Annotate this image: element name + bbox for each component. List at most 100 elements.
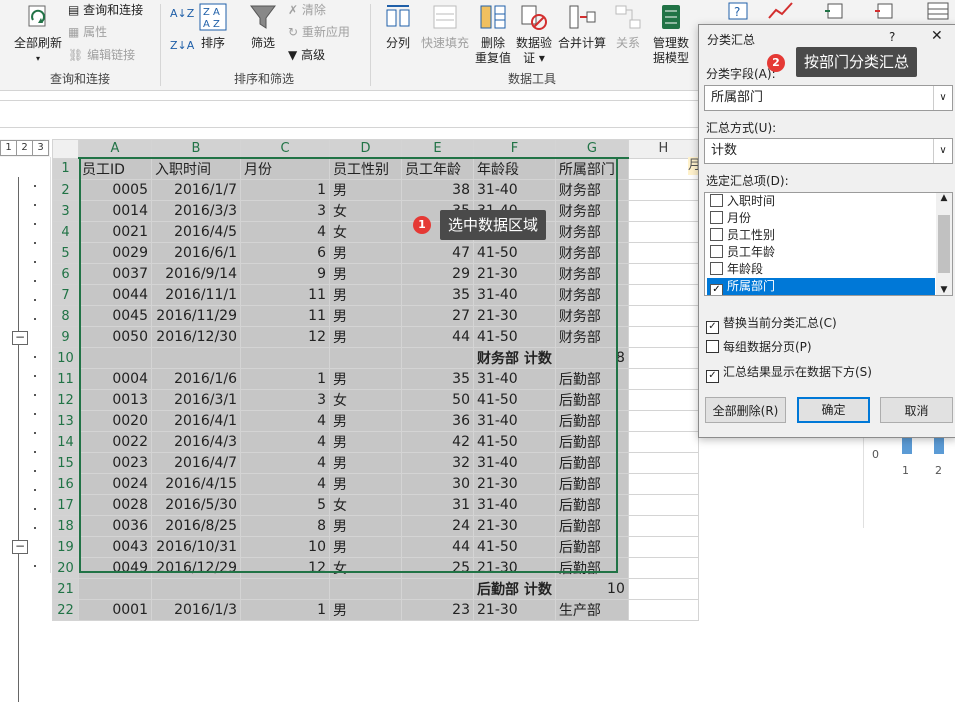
advanced-button[interactable]: ▼ 高级 [288,45,325,65]
cell[interactable] [627,515,699,537]
row-header[interactable]: 5 [52,242,79,264]
cell[interactable]: 1 [240,599,330,621]
checkbox-checked[interactable]: ✓ [706,321,719,334]
cell[interactable]: 0020 [78,410,152,432]
cell[interactable]: 21-30 [473,473,556,495]
list-item[interactable]: 年龄段 [707,261,935,278]
close-icon[interactable]: ✕ [931,28,943,44]
header-cell[interactable]: 月份 [240,157,330,180]
row-header[interactable]: 15 [52,452,79,474]
cell[interactable]: 0005 [78,179,152,201]
cell[interactable] [627,410,699,432]
cell[interactable]: 2016/4/1 [151,410,241,432]
cell[interactable]: 男 [329,305,402,327]
cell[interactable]: 4 [240,473,330,495]
cell[interactable]: 2016/5/30 [151,494,241,516]
cell[interactable]: 财务部 [554,179,629,201]
scroll-up-icon[interactable]: ▲ [936,193,952,203]
checkbox[interactable] [710,262,723,275]
cell[interactable]: 21-30 [473,599,556,621]
cell[interactable] [627,305,699,327]
cell[interactable]: 29 [401,263,474,285]
row-header[interactable]: 22 [52,599,79,621]
cell[interactable]: 3 [240,389,330,411]
cell[interactable]: 后勤部 [554,452,629,474]
cell[interactable]: 财务部 [554,221,629,243]
formula-bar[interactable] [0,100,700,128]
checkbox[interactable] [706,340,719,353]
cell[interactable]: 2016/4/7 [151,452,241,474]
cell[interactable]: 21-30 [473,263,556,285]
cell[interactable]: 男 [329,599,402,621]
cell[interactable] [627,557,699,579]
cell[interactable]: 男 [329,410,402,432]
cell[interactable]: 31-40 [473,368,556,390]
row-header[interactable]: 9 [52,326,79,348]
cell[interactable] [401,347,474,369]
cell[interactable]: 0044 [78,284,152,306]
clear-button[interactable]: ✗ 清除 [288,0,326,20]
cell[interactable]: 0045 [78,305,152,327]
column-header[interactable]: D [329,139,402,159]
cell[interactable]: 男 [329,473,402,495]
cell[interactable]: 0028 [78,494,152,516]
cell[interactable] [329,347,402,369]
cell[interactable]: 0021 [78,221,152,243]
scroll-thumb[interactable] [938,215,950,273]
cell[interactable] [627,452,699,474]
help-button[interactable]: ? [889,30,895,44]
cell[interactable]: 11 [240,284,330,306]
cell[interactable]: 后勤部 [554,389,629,411]
cell[interactable]: 31-40 [473,179,556,201]
cell[interactable]: 0022 [78,431,152,453]
row-header[interactable]: 4 [52,221,79,243]
ok-button[interactable]: 确定 [797,397,870,423]
data-validation-button[interactable]: 数据验证 ▾ [514,2,554,66]
cell[interactable]: 2016/8/25 [151,515,241,537]
cell[interactable]: 男 [329,536,402,558]
column-header[interactable]: A [78,139,152,159]
cell[interactable] [627,599,699,621]
cell[interactable] [151,347,241,369]
cell[interactable] [627,326,699,348]
list-scrollbar[interactable]: ▲ ▼ [936,193,952,295]
checkbox[interactable] [710,245,723,258]
cell[interactable]: 0001 [78,599,152,621]
cell[interactable]: 12 [240,557,330,579]
cell[interactable]: 男 [329,368,402,390]
cell[interactable]: 38 [401,179,474,201]
row-header[interactable]: 7 [52,284,79,306]
cell[interactable]: 9 [240,263,330,285]
cell[interactable]: 2016/11/29 [151,305,241,327]
cell[interactable]: 1 [240,179,330,201]
cell[interactable]: 0004 [78,368,152,390]
remove-duplicates-button[interactable]: 删除 重复值 [474,2,512,66]
cell[interactable]: 31-40 [473,494,556,516]
cell[interactable]: 21-30 [473,557,556,579]
column-header[interactable]: B [151,139,241,159]
cell[interactable]: 后勤部 [554,431,629,453]
flash-fill-button[interactable]: 快速填充 [418,2,472,51]
cell[interactable]: 财务部 [554,200,629,222]
cell[interactable] [151,578,241,600]
cell[interactable] [401,578,474,600]
cell[interactable]: 男 [329,263,402,285]
row-header[interactable]: 6 [52,263,79,285]
row-header[interactable]: 20 [52,557,79,579]
cell[interactable]: 30 [401,473,474,495]
cell[interactable]: 50 [401,389,474,411]
cell[interactable] [627,221,699,243]
consolidate-button[interactable]: 合并计算 [556,2,608,51]
header-cell[interactable]: 员工性别 [329,157,402,180]
outline-level-3-button[interactable]: 3 [32,140,49,156]
sort-za-icon[interactable]: Z↓A [170,36,194,56]
cell[interactable]: 2016/6/1 [151,242,241,264]
cell[interactable]: 男 [329,242,402,264]
cell[interactable]: 生产部 [554,599,629,621]
row-header[interactable]: 8 [52,305,79,327]
cell[interactable]: 0050 [78,326,152,348]
cell[interactable]: 男 [329,515,402,537]
cell[interactable]: 财务部 [554,242,629,264]
cell[interactable]: 后勤部 [554,494,629,516]
checkbox-checked[interactable]: ✓ [706,370,719,383]
